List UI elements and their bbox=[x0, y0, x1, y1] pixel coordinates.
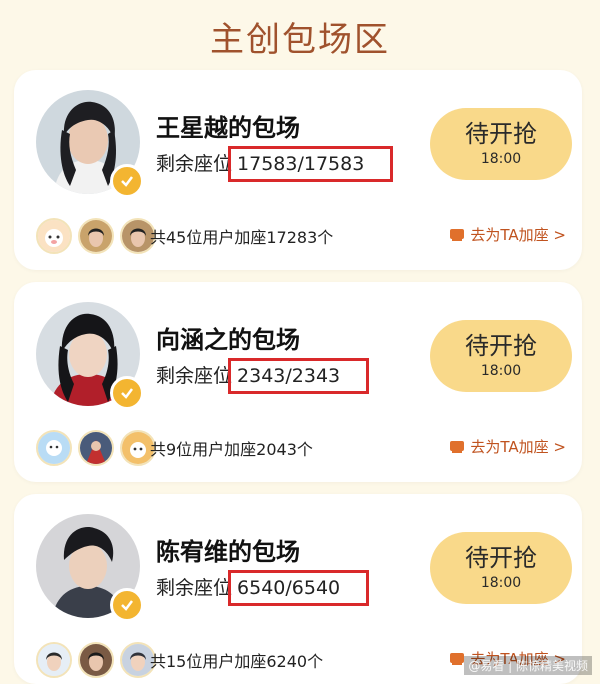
join-seat-link[interactable]: 去为TA加座 > bbox=[448, 436, 566, 457]
seats-label: 剩余座位 bbox=[156, 153, 233, 175]
fan-avatars bbox=[36, 430, 156, 466]
watermark: @易看 | 陈惊精美视频 bbox=[464, 656, 592, 675]
join-count: 共45位用户加座17283个 bbox=[150, 228, 334, 247]
page-title: 主创包场区 bbox=[210, 20, 390, 60]
button-label: 待开抢 bbox=[465, 120, 537, 148]
button-label: 待开抢 bbox=[465, 544, 537, 572]
button-label: 待开抢 bbox=[465, 332, 537, 360]
fan-avatars bbox=[36, 218, 156, 254]
join-link-label: 去为TA加座 > bbox=[470, 226, 566, 244]
join-count: 共9位用户加座2043个 bbox=[150, 440, 313, 459]
seats-count: 2343/2343 bbox=[228, 358, 370, 394]
button-time: 18:00 bbox=[480, 151, 522, 167]
fan-avatar[interactable] bbox=[36, 430, 72, 466]
remaining-seats: 剩余座位 6540/6540 bbox=[156, 570, 370, 606]
showing-name: 陈宥维的包场 bbox=[156, 538, 300, 566]
showing-name: 王星越的包场 bbox=[156, 114, 300, 142]
join-seat-link[interactable]: 去为TA加座 > bbox=[448, 224, 566, 245]
fan-avatar[interactable] bbox=[36, 218, 72, 254]
fan-avatar[interactable] bbox=[78, 218, 114, 254]
check-badge-icon bbox=[110, 588, 144, 622]
showing-card: 王星越的包场 剩余座位 17583/17583 待开抢 18:00 共45位用户加… bbox=[14, 70, 582, 270]
showing-name: 向涵之的包场 bbox=[156, 326, 300, 354]
seats-count: 6540/6540 bbox=[228, 570, 370, 606]
ticket-button[interactable]: 待开抢 18:00 bbox=[430, 108, 572, 180]
ticket-button[interactable]: 待开抢 18:00 bbox=[430, 320, 572, 392]
fan-avatar[interactable] bbox=[36, 642, 72, 678]
remaining-seats: 剩余座位 2343/2343 bbox=[156, 358, 370, 394]
fan-avatars bbox=[36, 642, 156, 678]
ticket-button[interactable]: 待开抢 18:00 bbox=[430, 532, 572, 604]
fan-avatar[interactable] bbox=[78, 430, 114, 466]
button-time: 18:00 bbox=[480, 575, 522, 591]
seats-label: 剩余座位 bbox=[156, 577, 233, 599]
seats-count: 17583/17583 bbox=[228, 146, 394, 182]
check-badge-icon bbox=[110, 164, 144, 198]
remaining-seats: 剩余座位 17583/17583 bbox=[156, 146, 394, 182]
check-badge-icon bbox=[110, 376, 144, 410]
showing-card: 向涵之的包场 剩余座位 2343/2343 待开抢 18:00 共9位用户加座20… bbox=[14, 282, 582, 482]
seat-icon bbox=[450, 228, 465, 241]
join-link-label: 去为TA加座 > bbox=[470, 438, 566, 456]
button-time: 18:00 bbox=[480, 363, 522, 379]
seats-label: 剩余座位 bbox=[156, 365, 233, 387]
seat-icon bbox=[450, 440, 465, 453]
join-count: 共15位用户加座6240个 bbox=[150, 652, 324, 671]
fan-avatar[interactable] bbox=[78, 642, 114, 678]
